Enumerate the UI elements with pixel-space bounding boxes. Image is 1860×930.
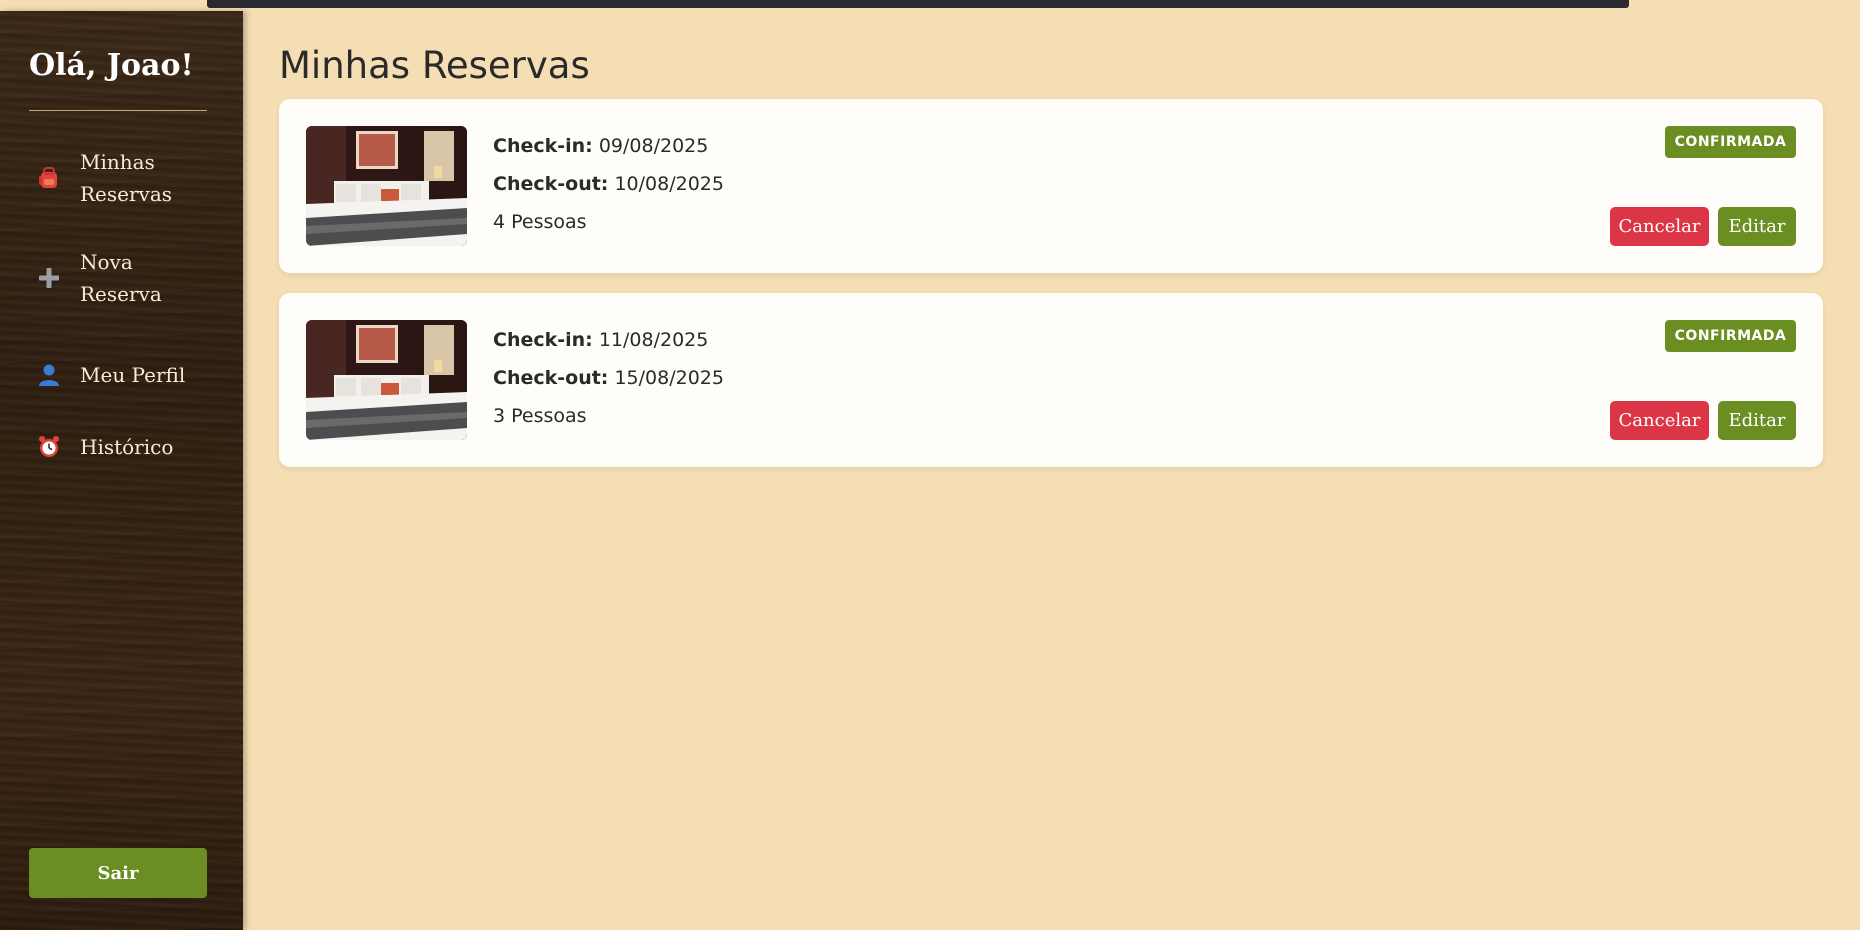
user-icon	[29, 362, 69, 388]
status-badge: CONFIRMADA	[1665, 320, 1796, 352]
room-photo	[306, 320, 467, 440]
backpack-icon	[29, 165, 69, 191]
reservation-info: Check-in: 11/08/2025 Check-out: 15/08/20…	[493, 329, 724, 443]
sidebar-item-minhas-reservas[interactable]: Minhas Reservas	[29, 146, 219, 210]
checkout-date: 10/08/2025	[614, 173, 724, 195]
edit-button[interactable]: Editar	[1718, 207, 1796, 246]
browser-top-strip	[0, 0, 1860, 11]
cancel-button[interactable]: Cancelar	[1610, 401, 1709, 440]
sidebar-item-label: Histórico	[80, 435, 174, 459]
alarm-clock-icon	[29, 434, 69, 460]
browser-toolbar-edge	[207, 0, 1629, 8]
logout-button[interactable]: Sair	[29, 848, 207, 898]
checkin-date: 11/08/2025	[598, 329, 709, 351]
checkout-label: Check-out:	[493, 367, 609, 389]
cancel-button[interactable]: Cancelar	[1610, 207, 1709, 246]
checkout-label: Check-out:	[493, 173, 609, 195]
checkin-label: Check-in:	[493, 329, 593, 351]
checkin-row: Check-in: 11/08/2025	[493, 329, 724, 367]
sidebar: Olá, Joao! Minhas Reservas Nova Reserva	[0, 11, 243, 930]
sidebar-item-historico[interactable]: Histórico	[29, 431, 219, 463]
greeting: Olá, Joao!	[29, 48, 194, 83]
page-title: Minhas Reservas	[279, 44, 590, 87]
plus-icon	[29, 265, 69, 291]
checkout-row: Check-out: 10/08/2025	[493, 173, 724, 211]
guest-count: 4 Pessoas	[493, 211, 587, 233]
sidebar-item-label: Meu Perfil	[80, 363, 186, 387]
status-badge: CONFIRMADA	[1665, 126, 1796, 158]
edit-button[interactable]: Editar	[1718, 401, 1796, 440]
checkin-date: 09/08/2025	[598, 135, 709, 157]
guest-count: 3 Pessoas	[493, 405, 587, 427]
checkout-row: Check-out: 15/08/2025	[493, 367, 724, 405]
room-photo	[306, 126, 467, 246]
reservation-card: Check-in: 09/08/2025 Check-out: 10/08/20…	[279, 99, 1823, 273]
sidebar-item-label: Nova Reserva	[80, 250, 162, 306]
checkin-label: Check-in:	[493, 135, 593, 157]
checkin-row: Check-in: 09/08/2025	[493, 135, 724, 173]
sidebar-item-meu-perfil[interactable]: Meu Perfil	[29, 359, 219, 391]
reservation-card: Check-in: 11/08/2025 Check-out: 15/08/20…	[279, 293, 1823, 467]
sidebar-item-nova-reserva[interactable]: Nova Reserva	[29, 246, 219, 310]
sidebar-divider	[29, 110, 207, 111]
sidebar-item-label: Minhas Reservas	[80, 150, 173, 206]
reservation-info: Check-in: 09/08/2025 Check-out: 10/08/20…	[493, 135, 724, 249]
checkout-date: 15/08/2025	[614, 367, 724, 389]
